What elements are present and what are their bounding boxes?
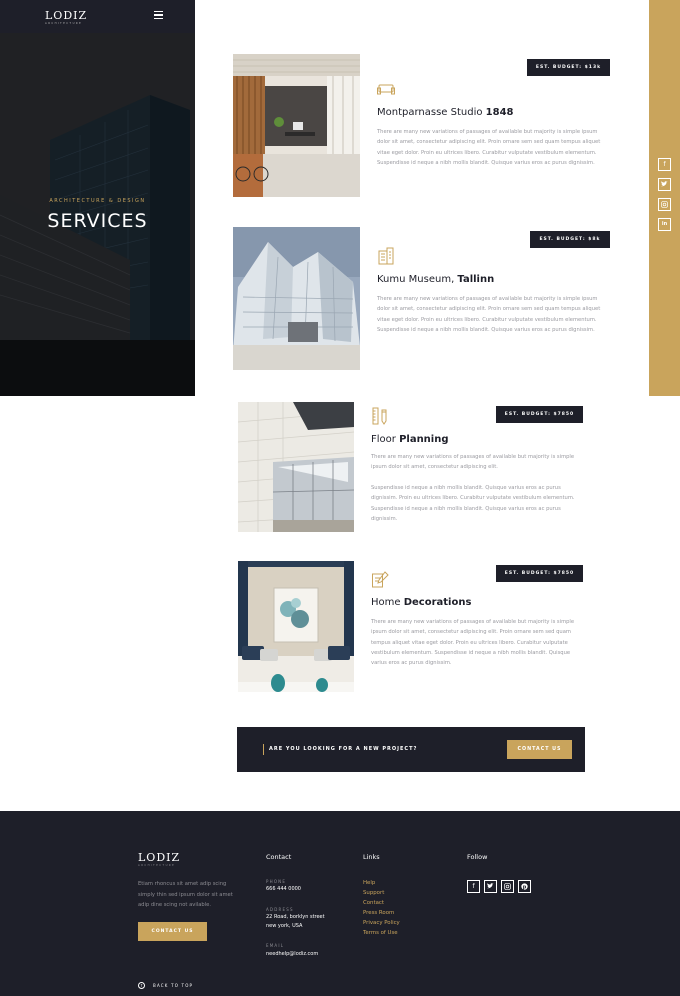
footer-contact-button[interactable]: CONTACT US xyxy=(138,922,207,941)
side-social-links: f in xyxy=(658,158,671,238)
footer-social-links: f p xyxy=(467,880,531,893)
footer-link-terms[interactable]: Terms of Use xyxy=(363,928,400,938)
service-description: There are many new variations of passage… xyxy=(377,296,601,333)
cta-accent-bar xyxy=(263,744,264,755)
service-description: There are many new variations of passage… xyxy=(371,454,575,471)
instagram-icon[interactable] xyxy=(501,880,514,893)
service-description: There are many new variations of passage… xyxy=(371,619,575,667)
facebook-icon[interactable]: f xyxy=(467,880,480,893)
service-image-museum xyxy=(233,227,360,370)
contact-heading: Contact xyxy=(266,853,292,861)
footer-logo-tagline: ARCHITECTURE xyxy=(138,864,176,867)
pinterest-icon[interactable]: p xyxy=(518,880,531,893)
service-description: There are many new variations of passage… xyxy=(377,129,601,166)
footer-link-contact[interactable]: Contact xyxy=(363,898,400,908)
hamburger-icon[interactable] xyxy=(154,11,163,19)
site-logo[interactable]: LODIZ ARCHITECTURE xyxy=(45,9,87,25)
address-line-2: new york, USA xyxy=(266,923,303,929)
service-image-decor xyxy=(238,561,354,692)
budget-badge: EST. BUDGET: $7850 xyxy=(496,565,583,582)
address-label: ADDRESS xyxy=(266,907,294,912)
service-image-floor xyxy=(238,402,354,532)
footer-link-support[interactable]: Support xyxy=(363,888,400,898)
hero-banner: LODIZ ARCHITECTURE ARCHITECTURE & DESIGN … xyxy=(0,0,195,396)
phone-value[interactable]: 666 444 0000 xyxy=(266,885,301,894)
service-title: Montparnasse Studio 1848 xyxy=(377,107,514,118)
footer: LODIZ ARCHITECTURE Etiam rhoncus sit amet… xyxy=(0,811,680,996)
follow-heading: Follow xyxy=(467,853,488,861)
back-to-top-button[interactable]: ↑ BACK TO TOP xyxy=(138,982,193,989)
footer-about-text: Etiam rhoncus sit amet adip scing simply… xyxy=(138,881,233,908)
service-image-studio xyxy=(233,54,360,197)
footer-link-help[interactable]: Help xyxy=(363,878,400,888)
budget-badge: EST. BUDGET: $13k xyxy=(527,59,610,76)
phone-label: PHONE xyxy=(266,879,287,884)
footer-logo[interactable]: LODIZ ARCHITECTURE xyxy=(138,851,180,867)
footer-link-press-room[interactable]: Press Room xyxy=(363,908,400,918)
svg-text:p: p xyxy=(523,884,527,890)
service-title: Floor Planning xyxy=(371,434,449,445)
pencil-document-icon xyxy=(372,571,389,588)
footer-links: Help Support Contact Press Room Privacy … xyxy=(363,878,400,938)
email-value[interactable]: needhelp@lodiz.com xyxy=(266,950,318,959)
hero-subtitle: ARCHITECTURE & DESIGN xyxy=(49,198,146,204)
instagram-icon[interactable] xyxy=(658,198,671,211)
twitter-icon[interactable] xyxy=(658,178,671,191)
service-title: Kumu Museum, Tallinn xyxy=(377,274,495,285)
contact-us-button[interactable]: CONTACT US xyxy=(507,740,572,759)
back-to-top-label: BACK TO TOP xyxy=(153,983,194,988)
footer-link-privacy[interactable]: Privacy Policy xyxy=(363,918,400,928)
page-title: SERVICES xyxy=(47,210,148,232)
building-icon xyxy=(378,247,394,265)
email-label: EMAIL xyxy=(266,943,285,948)
address-line-1: 22 Road, borklyn street xyxy=(266,914,325,920)
ruler-pencil-icon xyxy=(372,407,387,425)
links-heading: Links xyxy=(363,853,380,861)
budget-badge: EST. BUDGET: $7850 xyxy=(496,406,583,423)
facebook-icon[interactable]: f xyxy=(658,158,671,171)
sofa-icon xyxy=(377,84,395,95)
service-title: Home Decorations xyxy=(371,597,472,608)
cta-text: ARE YOU LOOKING FOR A NEW PROJECT? xyxy=(269,746,418,752)
service-description-2: Suspendisse id neque a nibh mollis bland… xyxy=(371,485,575,522)
logo-tagline: ARCHITECTURE xyxy=(45,22,83,25)
budget-badge: EST. BUDGET: $8k xyxy=(530,231,610,248)
arrow-up-icon: ↑ xyxy=(138,982,145,989)
linkedin-icon[interactable]: in xyxy=(658,218,671,231)
top-navbar xyxy=(0,0,195,33)
twitter-icon[interactable] xyxy=(484,880,497,893)
cta-banner: ARE YOU LOOKING FOR A NEW PROJECT? CONTA… xyxy=(237,727,585,772)
